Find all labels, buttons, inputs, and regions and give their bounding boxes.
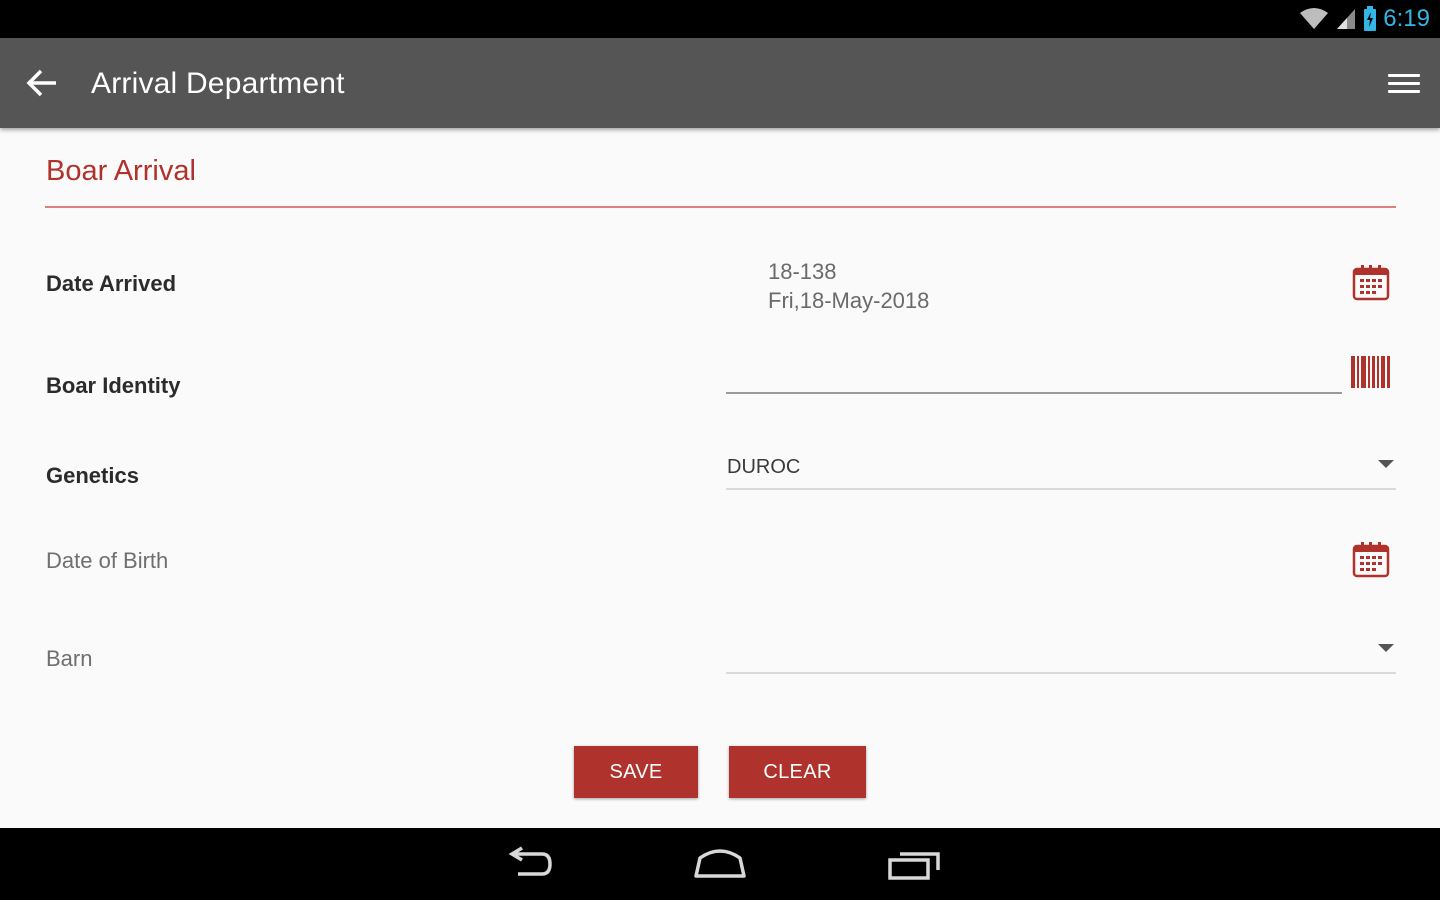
hamburger-menu-icon-bar	[1388, 89, 1420, 93]
date-arrived-code: 18-138	[768, 259, 837, 284]
calendar-icon	[1352, 265, 1390, 301]
cell-signal-icon	[1337, 9, 1356, 29]
date-arrived-value[interactable]: 18-138 Fri,18-May-2018	[768, 257, 929, 315]
genetics-selected-value: DUROC	[727, 456, 801, 478]
home-nav-icon	[694, 849, 746, 878]
boar-identity-label: Boar Identity	[46, 373, 181, 398]
calendar-icon	[1352, 542, 1390, 578]
nav-recents-button[interactable]	[882, 844, 946, 884]
nav-home-button[interactable]	[688, 844, 752, 884]
system-nav-bar	[0, 828, 1440, 900]
date-of-birth-calendar-button[interactable]	[1352, 541, 1390, 579]
battery-charging-icon	[1364, 6, 1377, 31]
section-divider	[45, 206, 1396, 208]
dropdown-arrow-icon	[1378, 644, 1394, 652]
page-title: Arrival Department	[91, 67, 345, 100]
form-content: Boar Arrival Date Arrived 18-138 Fri,18-…	[0, 128, 1440, 828]
date-of-birth-label: Date of Birth	[46, 548, 169, 573]
barcode-scan-button[interactable]	[1349, 354, 1393, 390]
back-button[interactable]	[20, 63, 64, 103]
date-arrived-date: Fri,18-May-2018	[768, 288, 930, 313]
date-arrived-calendar-button[interactable]	[1352, 264, 1390, 302]
save-button[interactable]: SAVE	[574, 746, 698, 798]
overflow-menu-button[interactable]	[1388, 68, 1420, 98]
barn-dropdown[interactable]	[726, 630, 1396, 674]
status-icons: 6:19	[1299, 4, 1430, 34]
genetics-dropdown[interactable]: DUROC	[726, 446, 1396, 490]
section-title: Boar Arrival	[46, 155, 196, 187]
status-time: 6:19	[1383, 5, 1430, 32]
hamburger-menu-icon-bar	[1388, 81, 1420, 85]
hamburger-menu-icon	[1388, 73, 1420, 77]
back-nav-icon	[508, 846, 552, 876]
barcode-icon	[1351, 356, 1390, 388]
nav-back-button[interactable]	[496, 844, 560, 884]
barn-label: Barn	[46, 646, 93, 671]
wifi-icon	[1300, 8, 1329, 29]
genetics-label: Genetics	[46, 463, 139, 488]
date-arrived-label: Date Arrived	[46, 271, 177, 296]
boar-identity-input[interactable]	[726, 358, 1342, 394]
arrow-back-icon	[26, 69, 56, 97]
app-bar: Arrival Department	[0, 38, 1440, 128]
status-bar: 6:19	[0, 0, 1440, 38]
recents-nav-icon	[888, 852, 940, 880]
dropdown-arrow-icon	[1378, 460, 1394, 468]
clear-button[interactable]: CLEAR	[729, 746, 866, 798]
